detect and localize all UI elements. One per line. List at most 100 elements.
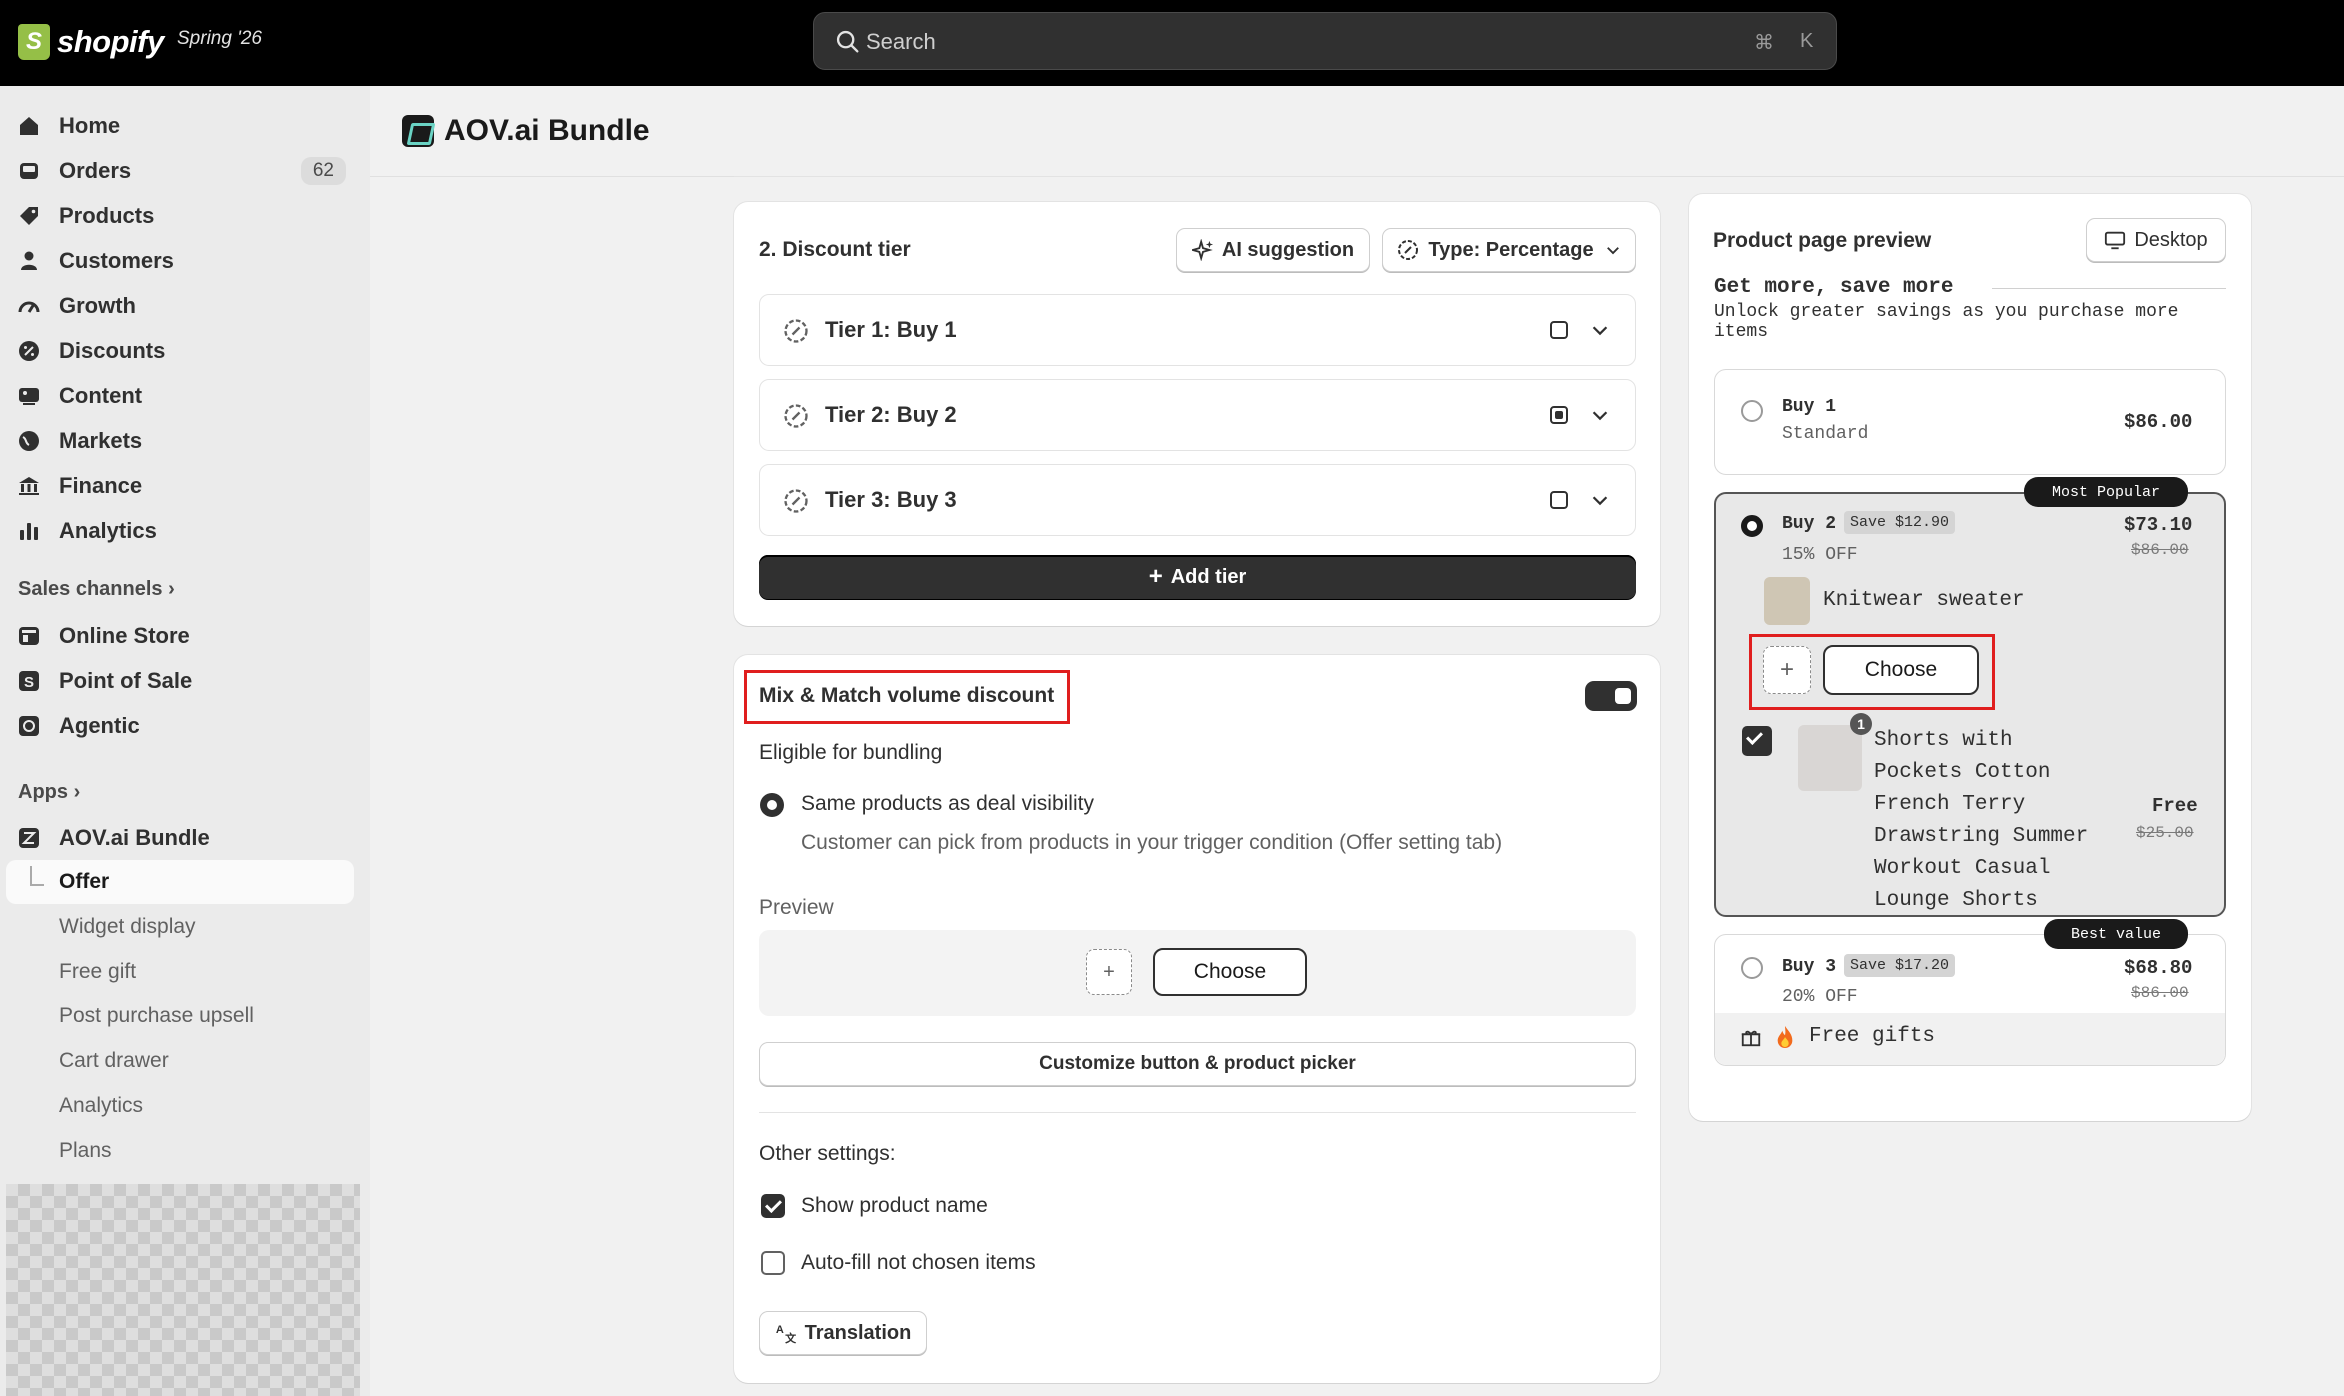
tag-icon: [16, 203, 42, 229]
sidebar-item-growth[interactable]: Growth: [16, 286, 354, 326]
gift-icon: [1741, 1030, 1761, 1047]
device-toggle-button[interactable]: Desktop: [2086, 218, 2226, 262]
sidebar-item-label: Finance: [59, 473, 143, 498]
free-gifts-label: Free gifts: [1809, 1025, 1936, 1048]
autofill-label: Auto-fill not chosen items: [801, 1251, 1036, 1274]
translation-button[interactable]: A文 Translation: [759, 1311, 927, 1355]
item-name-line: Lounge Shorts: [1874, 889, 2038, 912]
item-price: Free: [2152, 795, 2198, 817]
fire-icon: [1777, 1026, 1793, 1048]
page-title: AOV.ai Bundle: [402, 114, 650, 148]
item-name-line: Shorts with: [1874, 729, 2013, 752]
chevron-down-icon: [1606, 247, 1619, 255]
option-sub: 15% OFF: [1782, 545, 1858, 565]
svg-text:A: A: [776, 1324, 784, 1336]
save-pill: Save $17.20: [1844, 954, 1956, 977]
sidebar-item-customers[interactable]: Customers: [16, 241, 354, 281]
choose-button[interactable]: Choose: [1153, 948, 1307, 996]
show-product-name-checkbox[interactable]: [761, 1194, 785, 1218]
sales-channels-heading[interactable]: Sales channels ›: [18, 578, 175, 601]
sparkle-icon: [1191, 239, 1213, 261]
sidebar-item-label: Customers: [59, 248, 174, 273]
bundle-option-radio[interactable]: [1741, 515, 1763, 537]
sidebar-item-products[interactable]: Products: [16, 196, 354, 236]
sidebar-item-orders[interactable]: Orders 62: [16, 151, 354, 191]
type-select[interactable]: Type: Percentage: [1382, 228, 1636, 272]
sidebar-item-point-of-sale[interactable]: S Point of Sale: [16, 661, 354, 701]
customize-button[interactable]: Customize button & product picker: [759, 1042, 1636, 1086]
tier-row-3[interactable]: Tier 3: Buy 3: [759, 464, 1636, 536]
sidebar-item-markets[interactable]: Markets: [16, 421, 354, 461]
sidebar-sub-widget-display[interactable]: Widget display: [59, 915, 196, 939]
deal-visibility-radio[interactable]: [760, 793, 784, 817]
desktop-icon: [2105, 231, 2126, 250]
item-compare-price: $25.00: [2136, 824, 2194, 842]
sidebar-item-finance[interactable]: Finance: [16, 466, 354, 506]
item-name-line: French Terry: [1874, 793, 2026, 816]
apps-heading[interactable]: Apps ›: [18, 781, 80, 804]
chevron-down-icon[interactable]: [1589, 319, 1611, 341]
sidebar-item-content[interactable]: Content: [16, 376, 354, 416]
chevron-right-icon: ›: [168, 578, 175, 600]
svg-text:文: 文: [785, 1331, 797, 1344]
item-checkbox[interactable]: [1742, 726, 1772, 756]
sidebar-item-label: Home: [59, 113, 121, 138]
tier-row-1[interactable]: Tier 1: Buy 1: [759, 294, 1636, 366]
sidebar-item-aov-bundle[interactable]: AOV.ai Bundle: [16, 818, 354, 858]
sidebar-item-home[interactable]: Home: [16, 106, 354, 146]
tier-select-checkbox[interactable]: [1550, 491, 1568, 509]
aov-app-icon: [16, 825, 42, 851]
sidebar-item-discounts[interactable]: Discounts: [16, 331, 354, 371]
sidebar-sub-offer[interactable]: Offer: [59, 870, 109, 894]
agentic-icon: [16, 713, 42, 739]
sidebar-sub-analytics[interactable]: Analytics: [59, 1094, 143, 1118]
autofill-checkbox[interactable]: [761, 1251, 785, 1275]
mix-match-toggle[interactable]: [1585, 681, 1637, 711]
sidebar-sub-free-gift[interactable]: Free gift: [59, 960, 136, 984]
store-icon: [16, 623, 42, 649]
add-item-button[interactable]: +: [1086, 949, 1132, 995]
option-sub: 20% OFF: [1782, 987, 1858, 1007]
mix-match-title: Mix & Match volume discount: [759, 684, 1055, 707]
add-tier-button[interactable]: + Add tier: [759, 555, 1636, 599]
save-pill: Save $12.90: [1844, 511, 1956, 534]
search-bar[interactable]: Search ⌘ K: [813, 12, 1837, 70]
plus-icon: +: [1148, 563, 1163, 590]
sidebar-item-analytics[interactable]: Analytics: [16, 511, 354, 551]
widget-heading: Get more, save more: [1714, 276, 1954, 299]
preview-label: Preview: [759, 896, 834, 919]
sidebar-sub-plans[interactable]: Plans: [59, 1139, 112, 1163]
sidebar-item-label: Content: [59, 383, 143, 408]
discount-badge-icon: [784, 319, 808, 343]
pos-icon: S: [16, 668, 42, 694]
bundle-option-radio[interactable]: [1741, 957, 1763, 979]
chevron-right-icon: ›: [73, 781, 81, 803]
option-title: Buy 2: [1782, 514, 1837, 534]
sidebar-item-agentic[interactable]: Agentic: [16, 706, 354, 746]
chevron-down-icon[interactable]: [1589, 489, 1611, 511]
globe-icon: [16, 428, 42, 454]
ai-suggestion-button[interactable]: AI suggestion: [1176, 228, 1370, 272]
tier-row-2[interactable]: Tier 2: Buy 2: [759, 379, 1636, 451]
device-label: Desktop: [2134, 228, 2208, 251]
sidebar-item-online-store[interactable]: Online Store: [16, 616, 354, 656]
item-name-line: Pockets Cotton: [1874, 761, 2051, 784]
best-value-badge: Best value: [2044, 919, 2188, 949]
chevron-down-icon[interactable]: [1589, 404, 1611, 426]
sidebar-sub-cart-drawer[interactable]: Cart drawer: [59, 1049, 169, 1073]
sidebar-item-label: Agentic: [59, 713, 140, 738]
sidebar-item-label: Discounts: [59, 338, 166, 363]
shortcut-cmd: ⌘: [1754, 32, 1774, 54]
add-item-button[interactable]: +: [1763, 646, 1811, 694]
item-name: Knitwear sweater: [1823, 589, 2025, 612]
choose-button[interactable]: Choose: [1823, 645, 1979, 695]
deal-visibility-help: Customer can pick from products in your …: [801, 831, 1503, 854]
sidebar-item-label: Growth: [59, 293, 136, 318]
section-divider: [734, 176, 1660, 177]
bundle-option-radio[interactable]: [1741, 400, 1763, 422]
sidebar-sub-post-purchase-upsell[interactable]: Post purchase upsell: [59, 1004, 254, 1028]
option-price: $86.00: [2124, 411, 2193, 433]
tier-select-checkbox[interactable]: [1550, 321, 1568, 339]
shopify-logo[interactable]: shopify: [18, 20, 164, 64]
tier-select-checkbox[interactable]: [1550, 406, 1568, 424]
